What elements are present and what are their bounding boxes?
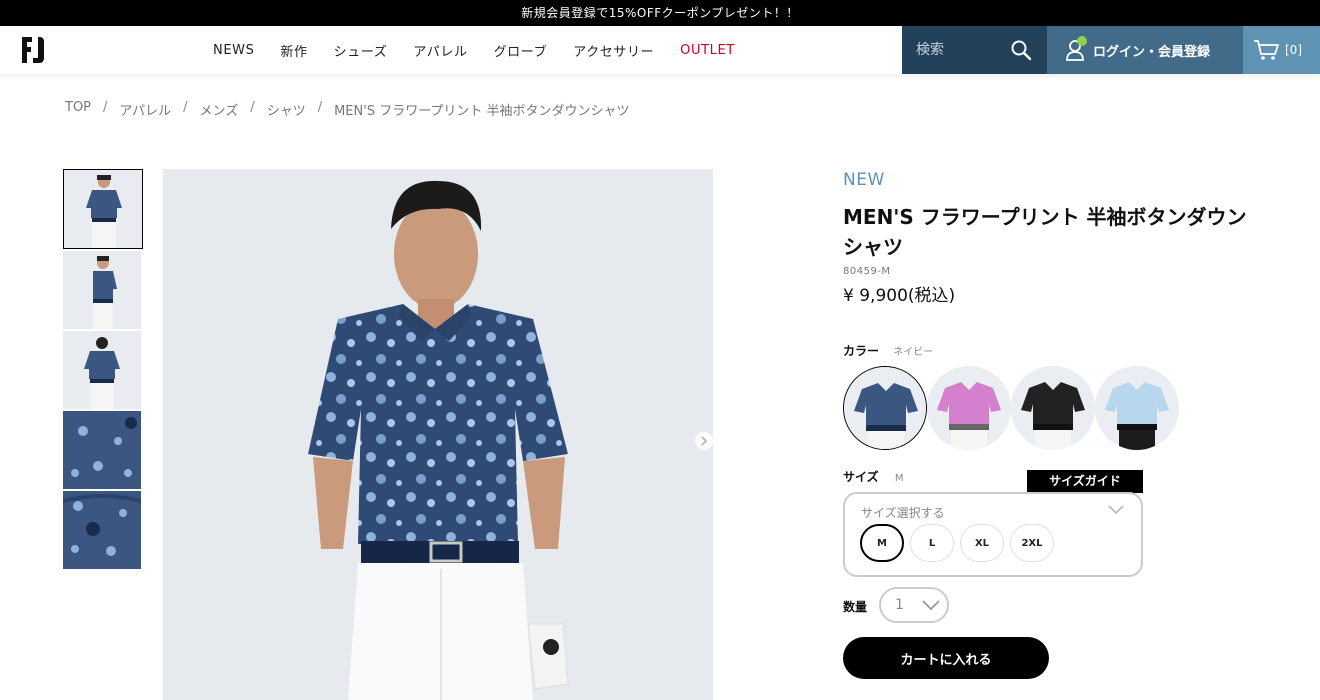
search-box bbox=[902, 26, 1047, 74]
quantity-label: 数量 bbox=[843, 600, 868, 614]
breadcrumb-separator: / bbox=[183, 100, 188, 115]
size-guide-button[interactable]: サイズガイド bbox=[1027, 470, 1143, 493]
size-option-xl[interactable]: XL bbox=[960, 524, 1004, 562]
color-swatches bbox=[843, 366, 1179, 450]
main-nav: NEWS 新作 シューズ アパレル グローブ アクセサリー OUTLET bbox=[200, 26, 761, 74]
main-product-image[interactable] bbox=[163, 169, 713, 700]
online-indicator bbox=[1077, 36, 1087, 46]
quantity-select[interactable]: 1 bbox=[879, 587, 949, 623]
thumbnail-front[interactable] bbox=[63, 169, 143, 249]
nav-new-arrivals[interactable]: 新作 bbox=[280, 41, 307, 60]
breadcrumb-separator: / bbox=[250, 100, 255, 115]
chevron-down-icon bbox=[1108, 505, 1124, 515]
thumbnail-collar-detail[interactable] bbox=[63, 411, 141, 489]
search-input[interactable] bbox=[902, 26, 1002, 74]
color-label: カラー bbox=[843, 344, 880, 358]
user-icon bbox=[1065, 36, 1087, 62]
size-placeholder: サイズ選択する bbox=[861, 506, 945, 520]
login-label: ログイン・会員登録 bbox=[1093, 44, 1211, 60]
product-sku: 80459-M bbox=[843, 266, 891, 277]
nav-news[interactable]: NEWS bbox=[213, 43, 254, 58]
size-option-2xl[interactable]: 2XL bbox=[1010, 524, 1054, 562]
breadcrumb: TOP / アパレル / メンズ / シャツ / MEN'S フラワープリント … bbox=[65, 100, 630, 119]
size-option-l[interactable]: L bbox=[910, 524, 954, 562]
breadcrumb-apparel[interactable]: アパレル bbox=[119, 100, 171, 119]
quantity-value: 1 bbox=[895, 597, 904, 613]
login-button[interactable]: ログイン・会員登録 bbox=[1047, 26, 1243, 74]
thumbnail-logo-detail[interactable] bbox=[63, 491, 141, 569]
chevron-down-icon bbox=[922, 600, 940, 611]
cart-count: [0] bbox=[1285, 43, 1302, 57]
selected-color: ネイビー bbox=[893, 347, 934, 358]
product-info: NEW MEN'S フラワープリント 半袖ボタンダウンシャツ 80459-M ¥… bbox=[843, 170, 1283, 306]
breadcrumb-current: MEN'S フラワープリント 半袖ボタンダウンシャツ bbox=[334, 104, 630, 119]
product-title: MEN'S フラワープリント 半袖ボタンダウンシャツ bbox=[843, 205, 1247, 259]
cart-button[interactable]: [0] bbox=[1243, 26, 1320, 74]
size-selector[interactable]: サイズ選択する M L XL 2XL bbox=[843, 492, 1143, 577]
size-label-row: サイズ M bbox=[843, 468, 903, 485]
breadcrumb-separator: / bbox=[103, 100, 108, 115]
search-icon[interactable] bbox=[1010, 39, 1032, 61]
thumbnail-back[interactable] bbox=[63, 331, 141, 409]
promo-banner[interactable]: 新規会員登録で15%OFFクーポンプレゼント！！ bbox=[0, 0, 1320, 26]
swatch-navy[interactable] bbox=[843, 366, 927, 450]
size-label: サイズ bbox=[843, 470, 879, 484]
nav-outlet[interactable]: OUTLET bbox=[680, 43, 735, 58]
thumbnail-side[interactable] bbox=[63, 251, 141, 329]
add-to-cart-button[interactable]: カートに入れる bbox=[843, 637, 1049, 679]
selected-size: M bbox=[894, 473, 904, 484]
thumbnail-list bbox=[63, 169, 143, 571]
fj-logo[interactable] bbox=[21, 36, 45, 64]
size-options: M L XL 2XL bbox=[860, 524, 1060, 562]
breadcrumb-shirts[interactable]: シャツ bbox=[267, 100, 306, 119]
next-image-button[interactable] bbox=[695, 432, 713, 450]
site-header: NEWS 新作 シューズ アパレル グローブ アクセサリー OUTLET ログイ… bbox=[0, 26, 1320, 74]
swatch-light-blue[interactable] bbox=[1095, 366, 1179, 450]
swatch-black[interactable] bbox=[1011, 366, 1095, 450]
nav-accessories[interactable]: アクセサリー bbox=[573, 41, 654, 60]
breadcrumb-mens[interactable]: メンズ bbox=[200, 100, 239, 119]
chevron-right-icon bbox=[701, 436, 708, 446]
product-price: ¥ 9,900(税込) bbox=[843, 286, 956, 306]
nav-apparel[interactable]: アパレル bbox=[413, 41, 467, 60]
nav-gloves[interactable]: グローブ bbox=[494, 41, 548, 60]
color-label-row: カラー ネイビー bbox=[843, 342, 933, 359]
new-badge: NEW bbox=[843, 170, 885, 190]
cart-icon bbox=[1254, 40, 1279, 60]
swatch-pink[interactable] bbox=[927, 366, 1011, 450]
breadcrumb-separator: / bbox=[317, 100, 323, 115]
size-option-m[interactable]: M bbox=[860, 524, 904, 562]
nav-shoes[interactable]: シューズ bbox=[334, 41, 388, 60]
breadcrumb-top[interactable]: TOP bbox=[65, 100, 91, 119]
